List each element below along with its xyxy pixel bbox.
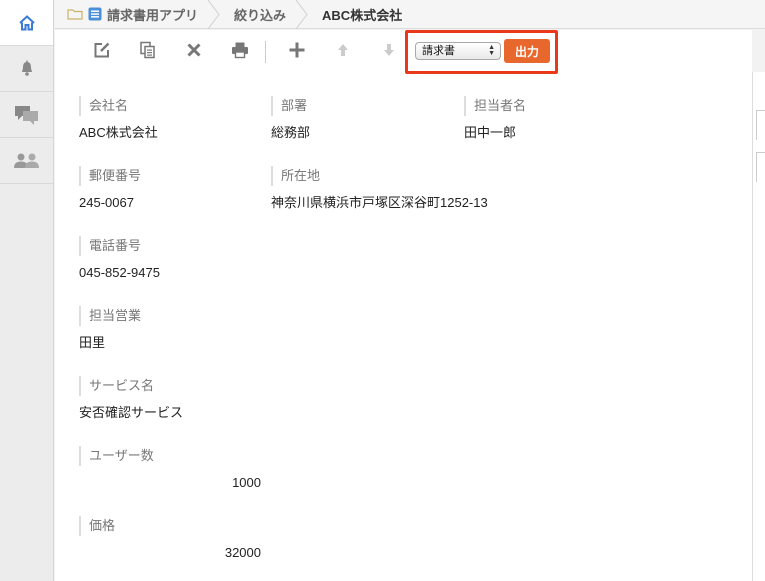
side-panel-body [752,72,765,581]
breadcrumb-app[interactable]: 請求書用アプリ [55,0,220,29]
field-price: 価格 32000 [79,516,261,562]
add-icon [288,41,306,64]
breadcrumb-filter[interactable]: 絞り込み [220,0,308,29]
field-label: 電話番号 [79,236,249,256]
breadcrumb-filter-label: 絞り込み [234,7,287,23]
folder-icon [67,8,83,20]
field-value: 神奈川県横浜市戸塚区深谷町1252-13 [271,195,488,210]
print-button[interactable] [217,30,263,74]
field-value: 安否確認サービス [79,405,184,420]
field-value: ABC株式会社 [79,125,158,140]
bell-icon [19,60,35,78]
select-arrows-icon: ▲ ▼ [488,44,495,57]
toolbar-divider [265,41,266,63]
app-icon [88,7,102,21]
print-icon [231,41,249,64]
previous-record-button[interactable] [320,30,366,74]
side-panel-tab[interactable] [756,152,765,182]
delete-icon [186,42,202,63]
field-value: 245-0067 [79,195,134,210]
breadcrumb-record: ABC株式会社 [308,0,424,29]
field-value: 総務部 [271,125,311,140]
field-label: 会社名 [79,96,249,116]
field-value: 1000 [232,475,261,490]
rail-people[interactable] [0,138,53,184]
edit-button[interactable] [79,30,125,74]
copy-icon [139,41,157,64]
people-icon [13,152,41,170]
breadcrumb: 請求書用アプリ 絞り込み ABC株式会社 [55,0,765,29]
rail-home[interactable] [0,0,53,46]
field-label: 部署 [271,96,441,116]
side-panel-tab[interactable] [756,110,765,140]
down-arrow-icon [383,43,395,62]
rail-comments[interactable] [0,92,53,138]
field-label: 担当営業 [79,306,249,326]
add-button[interactable] [274,30,320,74]
export-template-select[interactable]: 請求書 ▲ ▼ [415,42,501,60]
side-panel [752,30,765,581]
export-template-value: 請求書 [422,45,455,57]
field-label: 所在地 [271,166,611,186]
breadcrumb-record-label: ABC株式会社 [322,7,403,23]
rail-notifications[interactable] [0,46,53,92]
copy-button[interactable] [125,30,171,74]
field-label: 価格 [79,516,261,536]
home-icon [18,14,36,32]
field-company: 会社名 ABC株式会社 [79,96,249,142]
record-toolbar: 請求書 ▲ ▼ 出力 [55,30,752,74]
comments-icon [14,104,40,126]
field-sales-rep: 担当営業 田里 [79,306,249,352]
field-service: サービス名 安否確認サービス [79,376,249,422]
field-value: 32000 [224,545,261,560]
field-address: 所在地 神奈川県横浜市戸塚区深谷町1252-13 [271,166,611,212]
field-value: 045-852-9475 [79,265,160,280]
field-value: 田里 [79,335,106,350]
field-value: 田中一郎 [464,125,517,140]
field-user-count: ユーザー数 1000 [79,446,261,492]
breadcrumb-app-label: 請求書用アプリ [107,7,199,23]
field-department: 部署 総務部 [271,96,441,142]
field-phone: 電話番号 045-852-9475 [79,236,249,282]
field-zip: 郵便番号 245-0067 [79,166,249,212]
field-label: 担当者名 [464,96,634,116]
edit-icon [93,41,111,64]
left-rail [0,0,54,581]
up-arrow-icon [337,43,349,62]
field-contact-person: 担当者名 田中一郎 [464,96,634,142]
field-label: ユーザー数 [79,446,261,466]
field-label: 郵便番号 [79,166,249,186]
field-label: サービス名 [79,376,249,396]
record-detail: 請求書 ▲ ▼ 出力 会社名 ABC株式会社 部署 総務部 担当者名 田中一郎 郵… [55,30,752,581]
delete-button[interactable] [171,30,217,74]
export-button[interactable]: 出力 [504,39,550,63]
